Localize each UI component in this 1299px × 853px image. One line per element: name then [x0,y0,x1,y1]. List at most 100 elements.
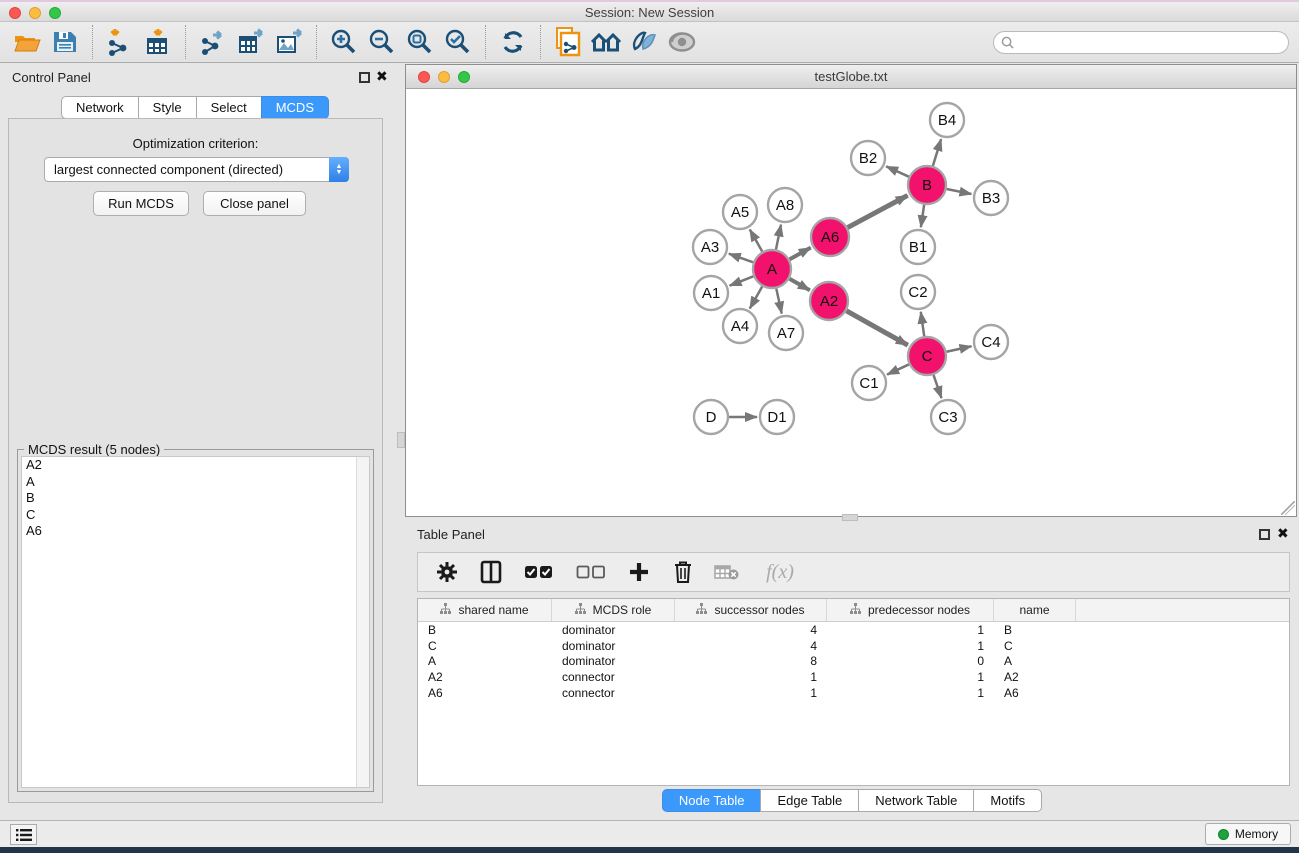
task-history-button[interactable] [10,824,37,845]
node-A6[interactable]: A6 [811,218,849,256]
network-window-titlebar[interactable]: testGlobe.txt [406,65,1296,89]
edge-A-A4[interactable] [750,286,762,308]
tab-select[interactable]: Select [196,96,262,119]
table-cell[interactable]: A2 [994,670,1076,684]
table-row[interactable]: A6connector11A6 [418,685,1289,701]
edge-A-A3[interactable] [729,254,753,263]
table-cell[interactable]: dominator [552,654,675,668]
column-chooser-button[interactable] [476,556,506,588]
node-C3[interactable]: C3 [931,400,965,434]
edge-A-A8[interactable] [776,225,781,250]
table-cell[interactable]: C [418,639,552,653]
column-header-predecessor-nodes[interactable]: predecessor nodes [827,599,994,621]
node-B2[interactable]: B2 [851,141,885,175]
edge-B-B4[interactable] [933,139,941,166]
tab-network[interactable]: Network [61,96,139,119]
table-cell[interactable]: 1 [827,639,994,653]
show-style-button[interactable] [625,24,663,60]
search-input[interactable] [1019,36,1288,50]
import-network-button[interactable] [101,24,139,60]
table-cell[interactable]: B [994,623,1076,637]
table-settings-button[interactable] [432,556,462,588]
node-C2[interactable]: C2 [901,275,935,309]
table-cell[interactable]: 1 [827,686,994,700]
edge-A6-B[interactable] [848,195,908,227]
column-header-name[interactable]: name [994,599,1076,621]
node-C1[interactable]: C1 [852,366,886,400]
edge-C-C4[interactable] [947,346,972,351]
float-panel-icon[interactable] [359,72,370,83]
delete-table-button[interactable] [712,556,742,588]
import-table-button[interactable] [139,24,177,60]
node-A3[interactable]: A3 [693,230,727,264]
table-cell[interactable]: 1 [827,670,994,684]
node-D1[interactable]: D1 [760,400,794,434]
edge-C-C1[interactable] [887,364,909,374]
list-item[interactable]: A2 [22,457,369,474]
new-network-from-selection-button[interactable] [549,24,587,60]
table-cell[interactable]: 1 [827,623,994,637]
table-row[interactable]: Adominator80A [418,654,1289,670]
criterion-dropdown[interactable]: largest connected component (directed) ▲… [44,157,349,182]
close-panel-icon[interactable]: ✖ [376,68,388,85]
show-hide-button[interactable] [663,24,701,60]
column-header-shared-name[interactable]: shared name [418,599,552,621]
node-A7[interactable]: A7 [769,316,803,350]
tab-network-table[interactable]: Network Table [858,789,974,812]
table-row[interactable]: Bdominator41B [418,622,1289,638]
table-row[interactable]: Cdominator41C [418,638,1289,654]
table-cell[interactable]: A [418,654,552,668]
search-field[interactable] [993,31,1289,54]
node-B[interactable]: B [908,166,946,204]
run-mcds-button[interactable]: Run MCDS [93,191,189,216]
node-A4[interactable]: A4 [723,309,757,343]
table-close-panel-icon[interactable]: ✖ [1277,525,1289,542]
node-A[interactable]: A [753,250,791,288]
table-row[interactable]: A2connector11A2 [418,669,1289,685]
edge-B-B1[interactable] [921,205,924,227]
zoom-out-button[interactable] [363,24,401,60]
vertical-split-handle[interactable] [397,432,405,448]
edge-A-A7[interactable] [776,289,781,314]
table-cell[interactable]: 1 [675,686,827,700]
table-cell[interactable]: dominator [552,623,675,637]
export-table-button[interactable] [232,24,270,60]
node-B1[interactable]: B1 [901,230,935,264]
list-item[interactable]: A6 [22,523,369,540]
table-cell[interactable]: 0 [827,654,994,668]
table-cell[interactable]: 8 [675,654,827,668]
table-cell[interactable]: connector [552,670,675,684]
home-button[interactable] [587,24,625,60]
tab-motifs[interactable]: Motifs [973,789,1042,812]
edge-B-B2[interactable] [886,166,909,176]
network-canvas[interactable]: AA1A2A3A4A5A6A7A8BB1B2B3B4CC1C2C3C4DD1 [406,89,1296,516]
node-C4[interactable]: C4 [974,325,1008,359]
add-column-button[interactable] [624,556,654,588]
edge-A-A6[interactable] [790,248,811,260]
horizontal-split-handle[interactable] [842,514,858,521]
refresh-button[interactable] [494,24,532,60]
table-cell[interactable]: 4 [675,623,827,637]
close-panel-button[interactable]: Close panel [203,191,306,216]
column-header-successor-nodes[interactable]: successor nodes [675,599,827,621]
zoom-fit-button[interactable] [401,24,439,60]
node-A5[interactable]: A5 [723,195,757,229]
table-float-panel-icon[interactable] [1259,529,1270,540]
node-B4[interactable]: B4 [930,103,964,137]
zoom-in-button[interactable] [325,24,363,60]
table-cell[interactable]: A2 [418,670,552,684]
tab-node-table[interactable]: Node Table [662,789,762,812]
result-list-scrollbar[interactable] [356,457,369,787]
list-item[interactable]: C [22,507,369,524]
table-cell[interactable]: connector [552,686,675,700]
tab-style[interactable]: Style [138,96,197,119]
edge-A-A5[interactable] [750,229,762,251]
function-builder-button[interactable]: f(x) [756,556,804,588]
node-A1[interactable]: A1 [694,276,728,310]
list-item[interactable]: A [22,474,369,491]
deselect-all-button[interactable] [572,556,610,588]
table-cell[interactable]: 1 [675,670,827,684]
node-A8[interactable]: A8 [768,188,802,222]
window-resize-grip[interactable] [1281,501,1295,515]
node-D[interactable]: D [694,400,728,434]
